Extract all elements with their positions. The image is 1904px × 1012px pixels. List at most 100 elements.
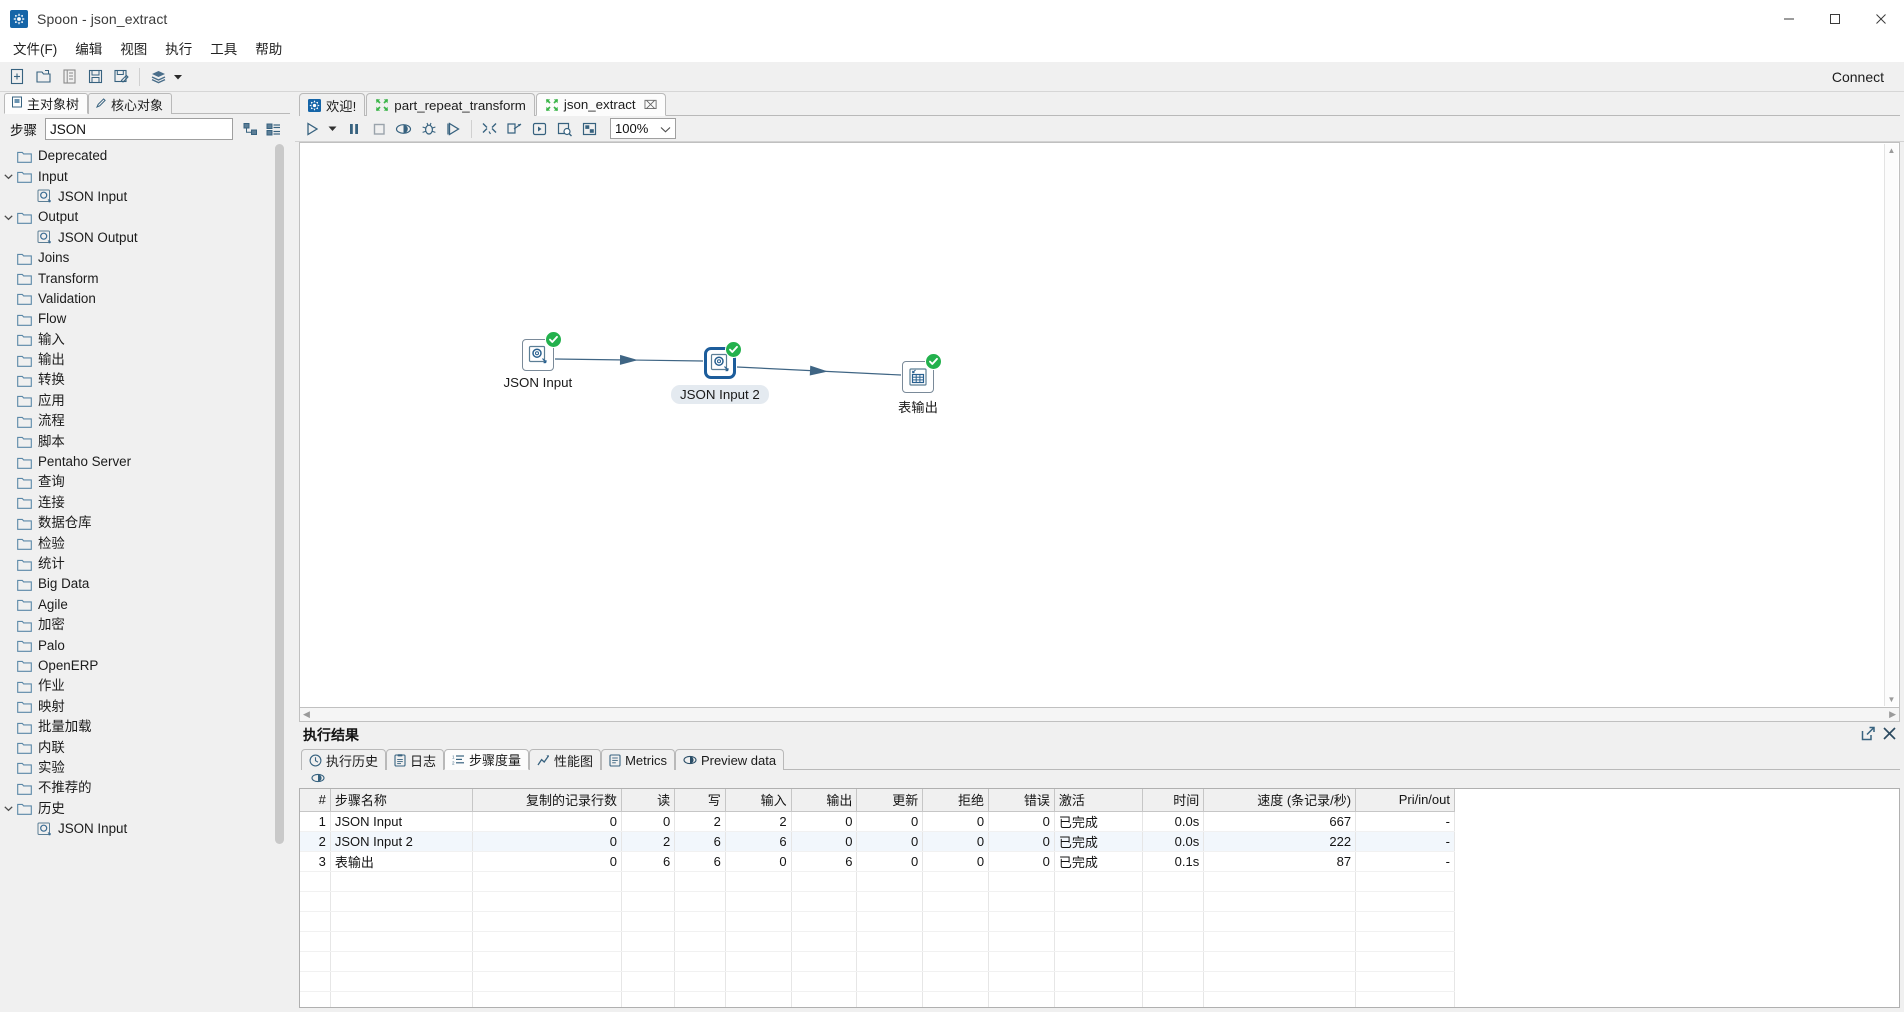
tree-folder-item[interactable]: Input: [0, 166, 290, 186]
tree-folder-item[interactable]: 历史: [0, 799, 290, 819]
editor-tab[interactable]: json_extract ⌧: [535, 93, 667, 116]
column-header[interactable]: 输出: [791, 789, 858, 812]
canvas-step[interactable]: 表输出: [898, 353, 942, 415]
column-header[interactable]: 更新: [856, 789, 924, 812]
json-input-icon[interactable]: [704, 341, 742, 379]
chevron-down-icon[interactable]: [0, 803, 16, 814]
table-row[interactable]: 1 JSON Input 0 0 2 2 0 0 0 0 已完成 0.0s 667-: [300, 811, 1455, 832]
column-header[interactable]: Pri/in/out: [1355, 789, 1455, 812]
chevron-down-icon[interactable]: [0, 171, 16, 182]
tree-folder-item[interactable]: 脚本: [0, 431, 290, 451]
tree-folder-item[interactable]: 统计: [0, 554, 290, 574]
tree-folder-item[interactable]: 批量加载: [0, 717, 290, 737]
tree-folder-item[interactable]: 连接: [0, 493, 290, 513]
zoom-select[interactable]: 100%: [610, 118, 676, 139]
tree-folder-item[interactable]: 数据仓库: [0, 513, 290, 533]
tree-step-item[interactable]: JSON Input: [0, 187, 290, 207]
sql-icon[interactable]: [529, 118, 550, 139]
tree-step-item[interactable]: JSON Input: [0, 819, 290, 839]
tree-folder-item[interactable]: Joins: [0, 248, 290, 268]
transformation-canvas[interactable]: ▲ ▼ JSON Input JSON Input 2 表输出: [299, 142, 1900, 708]
column-header[interactable]: 错误: [988, 789, 1055, 812]
column-header[interactable]: 拒绝: [922, 789, 990, 812]
preview-icon[interactable]: [393, 118, 414, 139]
step-metrics-grid[interactable]: # 步骤名称 复制的记录行数读写输入 输出 更新 拒绝 错误 激活 时间 速度 (条记录/秒) Pr…: [299, 788, 1900, 1008]
table-output-icon[interactable]: [902, 353, 942, 393]
tree-folder-item[interactable]: Flow: [0, 309, 290, 329]
close-panel-icon[interactable]: [1882, 726, 1897, 744]
menu-help[interactable]: 帮助: [246, 38, 291, 62]
save-as-icon[interactable]: [110, 66, 132, 88]
table-row[interactable]: 3 表输出 0 6 6 0 6 0 0 0 已完成 0.1s 87-: [300, 851, 1455, 872]
column-header[interactable]: 激活: [1054, 789, 1144, 812]
tree-folder-item[interactable]: 流程: [0, 411, 290, 431]
tree-folder-item[interactable]: 实验: [0, 758, 290, 778]
tree-folder-item[interactable]: 输出: [0, 350, 290, 370]
left-panel-scrollbar[interactable]: [275, 144, 284, 1010]
canvas-horizontal-scrollbar[interactable]: ◀ ▶: [299, 708, 1900, 722]
column-header[interactable]: 速度 (条记录/秒): [1203, 789, 1357, 812]
verify-icon[interactable]: [479, 118, 500, 139]
toolbar-dropdown-caret-icon[interactable]: [171, 66, 185, 88]
tree-folder-item[interactable]: 检验: [0, 533, 290, 553]
tree-folder-item[interactable]: Validation: [0, 289, 290, 309]
canvas-step[interactable]: JSON Input: [504, 331, 572, 390]
tab-close-icon[interactable]: ⌧: [644, 98, 658, 112]
stop-icon[interactable]: [368, 118, 389, 139]
explore-db-icon[interactable]: [554, 118, 575, 139]
table-row[interactable]: 2 JSON Input 2 0 2 6 6 0 0 0 0 已完成 0.0s 222-: [300, 831, 1455, 852]
close-button[interactable]: [1858, 0, 1904, 38]
chevron-down-icon[interactable]: [0, 212, 16, 223]
maximize-button[interactable]: [1812, 0, 1858, 38]
json-input-icon[interactable]: [522, 331, 562, 371]
tree-folder-item[interactable]: 内联: [0, 737, 290, 757]
scrollbar-thumb[interactable]: [275, 144, 284, 844]
search-input[interactable]: [45, 118, 233, 140]
run-dropdown-icon[interactable]: [326, 118, 339, 139]
preview-eye-icon[interactable]: [311, 772, 325, 787]
detach-panel-icon[interactable]: [1861, 726, 1876, 744]
results-tab[interactable]: Metrics: [601, 749, 675, 770]
menu-run[interactable]: 执行: [156, 38, 201, 62]
minimize-button[interactable]: [1766, 0, 1812, 38]
tree-folder-item[interactable]: Pentaho Server: [0, 452, 290, 472]
editor-tab[interactable]: part_repeat_transform: [366, 93, 535, 116]
tree-folder-item[interactable]: OpenERP: [0, 656, 290, 676]
open-file-icon[interactable]: [32, 66, 54, 88]
run-icon[interactable]: [301, 118, 322, 139]
tree-folder-item[interactable]: 转换: [0, 370, 290, 390]
menu-tools[interactable]: 工具: [201, 38, 246, 62]
editor-tab[interactable]: 欢迎!: [299, 93, 366, 116]
scroll-left-icon[interactable]: ◀: [303, 709, 310, 720]
arrange-icon[interactable]: [579, 118, 600, 139]
column-header[interactable]: 时间: [1142, 789, 1205, 812]
debug-icon[interactable]: [418, 118, 439, 139]
scroll-right-icon[interactable]: ▶: [1889, 709, 1896, 720]
results-tab[interactable]: Preview data: [674, 749, 785, 770]
column-header[interactable]: 写: [674, 789, 726, 812]
results-tab[interactable]: 性能图: [529, 749, 602, 770]
tree-folder-item[interactable]: 加密: [0, 615, 290, 635]
tree-folder-item[interactable]: 映射: [0, 697, 290, 717]
pause-icon[interactable]: [343, 118, 364, 139]
collapse-tree-icon[interactable]: [264, 120, 282, 138]
menu-view[interactable]: 视图: [111, 38, 156, 62]
results-tab[interactable]: 1 2 步骤度量: [444, 749, 530, 770]
tree-folder-item[interactable]: 不推荐的: [0, 778, 290, 798]
tab-core-objects[interactable]: 核心对象: [88, 93, 173, 114]
tree-folder-item[interactable]: 输入: [0, 330, 290, 350]
replay-icon[interactable]: [443, 118, 464, 139]
object-tree[interactable]: Deprecated Input JSON Input Output JSON Outp…: [0, 144, 290, 1012]
tree-folder-item[interactable]: 应用: [0, 391, 290, 411]
menu-edit[interactable]: 编辑: [66, 38, 111, 62]
tree-folder-item[interactable]: Big Data: [0, 574, 290, 594]
connect-button[interactable]: Connect: [1832, 69, 1884, 85]
results-tab[interactable]: 日志: [386, 749, 445, 770]
tree-folder-item[interactable]: Deprecated: [0, 146, 290, 166]
column-header[interactable]: 复制的记录行数: [472, 789, 623, 812]
tree-folder-item[interactable]: 查询: [0, 472, 290, 492]
canvas-vertical-scrollbar[interactable]: ▲ ▼: [1884, 144, 1898, 706]
tree-folder-item[interactable]: Palo: [0, 635, 290, 655]
layers-icon[interactable]: [147, 66, 169, 88]
tree-folder-item[interactable]: Transform: [0, 268, 290, 288]
